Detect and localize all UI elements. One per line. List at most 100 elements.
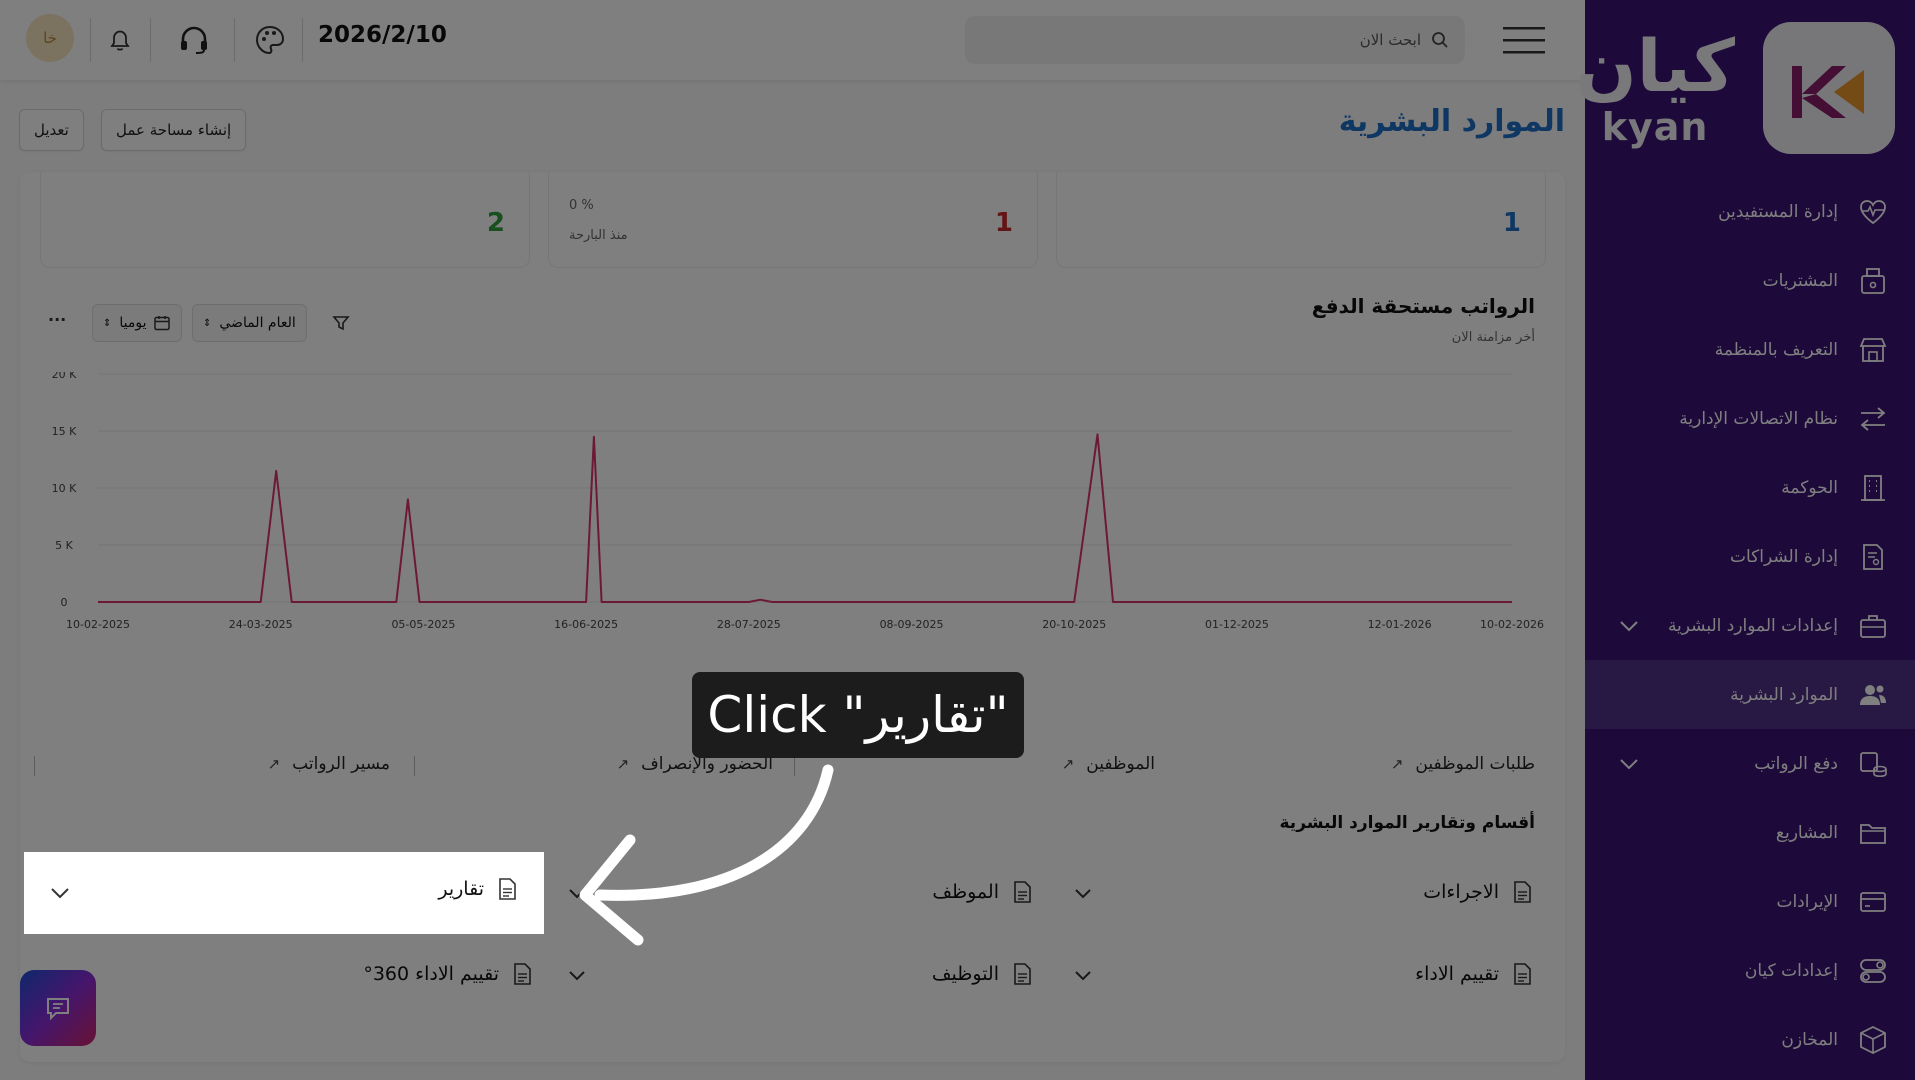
chevron-down-icon[interactable] [1070,880,1096,906]
sidebar-item-revenues[interactable]: الإيرادات [1585,867,1915,936]
divider [414,756,415,776]
coins-icon [1856,747,1890,781]
box-icon [1856,1023,1890,1057]
highlighted-section-reports[interactable]: تقارير [24,852,544,934]
sidebar-item-communications[interactable]: نظام الاتصالات الإدارية [1585,384,1915,453]
document-icon [1014,881,1031,903]
section-label: تقييم الاداء [1415,963,1499,985]
y-tick-label: 20 K [52,372,77,381]
sidebar-item-label: إعدادات الموارد البشرية [1667,615,1838,636]
chat-widget-button[interactable] [20,970,96,1046]
section-label: الاجراءات [1423,881,1499,903]
period-select[interactable]: العام الماضي ⇕ [192,304,307,342]
x-tick-label: 05-05-2025 [391,618,455,631]
chevron-down-icon[interactable] [48,880,72,904]
y-tick-label: 10 K [52,482,77,495]
arrow-up-right-icon: ↗ [1061,755,1075,773]
create-workspace-button[interactable]: إنشاء مساحة عمل [101,109,247,151]
chevron-down-icon[interactable] [1617,613,1641,637]
users-icon [1856,678,1890,712]
tutorial-callout: Click "تقارير" [692,672,1024,758]
granularity-select[interactable]: يوميا ⇕ [92,304,182,342]
sidebar-item-label: نظام الاتصالات الإدارية [1679,408,1838,429]
document-icon [1514,881,1531,903]
x-tick-label: 10-02-2025 [66,618,130,631]
chart-title: الرواتب مستحقة الدفع [1311,294,1535,318]
period-label: العام الماضي [219,315,296,331]
sidebar-item-beneficiaries[interactable]: إدارة المستفيدين [1585,177,1915,246]
x-tick-label: 28-07-2025 [717,618,781,631]
chevron-down-icon[interactable] [1070,962,1096,988]
chevron-down-icon[interactable] [564,962,590,988]
document-icon [514,963,531,985]
section-label: الموظف [932,881,999,903]
section-label: التوظيف [931,963,999,985]
more-options-button[interactable]: ··· [48,310,66,329]
page-title: الموارد البشرية [1338,104,1565,139]
link-label: طلبات الموظفين [1415,754,1535,774]
divider [234,18,235,62]
link-employee-requests[interactable]: طلبات الموظفين ↗ [1391,754,1535,774]
x-tick-label: 08-09-2025 [880,618,944,631]
kyan-k-logo-icon [1792,66,1864,118]
stat-period: منذ البارحة [569,228,628,243]
headset-support-icon[interactable] [176,22,212,58]
sidebar-item-payroll[interactable]: دفع الرواتب [1585,729,1915,798]
heart-pulse-icon [1856,195,1890,229]
section-performance[interactable]: تقييم الاداء [1415,948,1535,1000]
chevron-down-icon[interactable] [1617,751,1641,775]
link-label: مسير الرواتب [292,754,390,774]
stat-card: 2 [40,172,530,268]
sidebar-nav: إدارة المستفيدين المشتريات التعريف بالمن… [1585,177,1915,1074]
sidebar-item-warehouses[interactable]: المخازن [1585,1005,1915,1074]
x-tick-label: 16-06-2025 [554,618,618,631]
stat-value: 2 [486,208,505,238]
filter-icon[interactable] [326,308,356,338]
sidebar-item-label: المشاريع [1775,822,1838,843]
granularity-label: يوميا [119,315,147,331]
user-avatar[interactable]: خا [26,14,74,62]
sidebar-item-label: المشتريات [1762,270,1838,291]
section-label: تقارير [438,878,484,900]
sidebar-item-partnerships[interactable]: إدارة الشراكات [1585,522,1915,591]
sidebar-item-hr-settings[interactable]: إعدادات الموارد البشرية [1585,591,1915,660]
section-employee[interactable]: الموظف [932,866,1035,918]
section-reports[interactable]: تقارير [438,876,520,902]
folder-icon [1856,816,1890,850]
sidebar-item-label: الموارد البشرية [1730,684,1838,705]
sidebar-item-label: المخازن [1781,1029,1838,1050]
calendar-icon [153,316,170,331]
current-date: 2026/2/10 [318,22,447,48]
link-payroll[interactable]: مسير الرواتب ↗ [268,754,390,774]
sidebar-item-label: الحوكمة [1781,477,1838,498]
store-icon [1856,333,1890,367]
sidebar-item-kyan-settings[interactable]: إعدادات كيان [1585,936,1915,1005]
briefcase-icon [1856,609,1890,643]
link-employees[interactable]: الموظفين ↗ [1062,754,1155,774]
sort-arrows-icon: ⇕ [203,317,212,329]
section-recruitment[interactable]: التوظيف [932,948,1035,1000]
link-label: الموظفين [1086,754,1155,774]
section-label: تقييم الاداء 360° [363,963,499,985]
x-tick-label: 12-01-2026 [1368,618,1432,631]
sidebar-item-governance[interactable]: الحوكمة [1585,453,1915,522]
section-performance-360[interactable]: تقييم الاداء 360° [363,948,535,1000]
tutorial-arrow-icon [579,764,834,946]
top-bar: 2026/2/10 خا [0,0,1585,80]
sections-title: أقسام وتقارير الموارد البشرية [1279,813,1536,833]
section-procedures[interactable]: الاجراءات [1423,866,1535,918]
search-input[interactable] [1001,31,1421,49]
cash-register-icon [1856,264,1890,298]
divider [302,18,303,62]
sidebar-item-projects[interactable]: المشاريع [1585,798,1915,867]
edit-button[interactable]: تعديل [19,109,84,151]
sidebar-item-hr[interactable]: الموارد البشرية [1585,660,1915,729]
bell-icon[interactable] [102,22,138,58]
building-icon [1856,471,1890,505]
kyan-wordmark: كيان kyan [1575,24,1735,146]
sidebar-item-purchases[interactable]: المشتريات [1585,246,1915,315]
hamburger-menu-icon[interactable] [1503,26,1545,54]
sidebar-item-organization[interactable]: التعريف بالمنظمة [1585,315,1915,384]
search-box[interactable] [965,16,1465,64]
palette-icon[interactable] [252,22,288,58]
